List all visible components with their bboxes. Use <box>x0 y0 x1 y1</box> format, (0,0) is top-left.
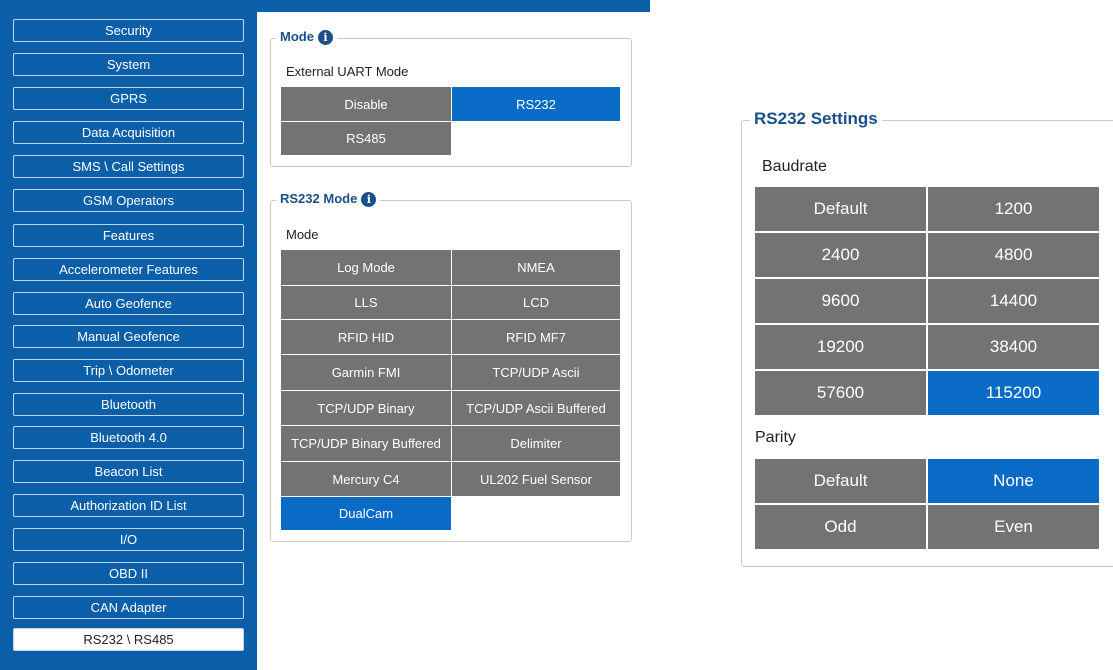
rs232-mode-option-tcp-udp-ascii[interactable]: TCP/UDP Ascii <box>452 355 621 391</box>
sidebar-item-gsm-operators[interactable]: GSM Operators <box>13 189 244 212</box>
sidebar-item-can-adapter[interactable]: CAN Adapter <box>13 596 244 619</box>
rs232-mode-option-rfid-mf7[interactable]: RFID MF7 <box>452 320 621 355</box>
baudrate-label: Baudrate <box>762 158 827 175</box>
rs232-mode-option-dualcam[interactable]: DualCam <box>281 497 452 531</box>
baudrate-option-9600[interactable]: 9600 <box>755 279 928 325</box>
rs232-mode-title-text: RS232 Mode <box>280 191 358 206</box>
baudrate-option-57600[interactable]: 57600 <box>755 371 928 417</box>
sidebar-item-trip-odometer[interactable]: Trip \ Odometer <box>13 359 244 382</box>
baudrate-option-2400[interactable]: 2400 <box>755 233 928 279</box>
mode-option-disable[interactable]: Disable <box>281 87 452 122</box>
baudrate-option-default[interactable]: Default <box>755 187 928 233</box>
sidebar-item-rs232-rs485[interactable]: RS232 \ RS485 <box>13 628 244 651</box>
rs232-mode-option-lcd[interactable]: LCD <box>452 286 621 320</box>
sidebar-item-manual-geofence[interactable]: Manual Geofence <box>13 325 244 348</box>
sidebar-item-security[interactable]: Security <box>13 19 244 42</box>
rs232-mode-option-delimiter[interactable]: Delimiter <box>452 426 621 462</box>
sidebar-item-sms-call-settings[interactable]: SMS \ Call Settings <box>13 155 244 178</box>
baudrate-option-115200[interactable]: 115200 <box>928 371 1101 417</box>
header-strip <box>257 0 650 12</box>
sidebar-item-accelerometer-features[interactable]: Accelerometer Features <box>13 258 244 281</box>
sidebar-item-obd-ii[interactable]: OBD II <box>13 562 244 585</box>
info-icon[interactable]: i <box>361 191 377 207</box>
rs232-mode-option-mercury-c4[interactable]: Mercury C4 <box>281 462 452 497</box>
sidebar-item-bluetooth[interactable]: Bluetooth <box>13 393 244 416</box>
rs232-settings-title: RS232 Settings <box>750 109 882 129</box>
rs232-mode-label: Mode <box>286 227 319 242</box>
baudrate-option-1200[interactable]: 1200 <box>928 187 1101 233</box>
parity-option-even[interactable]: Even <box>928 505 1101 551</box>
sidebar-item-features[interactable]: Features <box>13 224 244 247</box>
baudrate-option-4800[interactable]: 4800 <box>928 233 1101 279</box>
sidebar-item-data-acquisition[interactable]: Data Acquisition <box>13 121 244 144</box>
baudrate-option-38400[interactable]: 38400 <box>928 325 1101 371</box>
rs232-mode-option-rfid-hid[interactable]: RFID HID <box>281 320 452 355</box>
parity-option-none[interactable]: None <box>928 459 1101 505</box>
rs232-mode-option-log-mode[interactable]: Log Mode <box>281 250 452 286</box>
parity-option-odd[interactable]: Odd <box>755 505 928 551</box>
sidebar-item-authorization-id-list[interactable]: Authorization ID List <box>13 494 244 517</box>
sidebar-item-beacon-list[interactable]: Beacon List <box>13 460 244 483</box>
parity-option-default[interactable]: Default <box>755 459 928 505</box>
mode-option-rs485[interactable]: RS485 <box>281 122 452 156</box>
sidebar: Security System GPRS Data Acquisition SM… <box>0 0 257 670</box>
baudrate-option-19200[interactable]: 19200 <box>755 325 928 371</box>
info-icon[interactable]: i <box>317 29 333 45</box>
rs232-mode-option-tcp-udp-binary-buffered[interactable]: TCP/UDP Binary Buffered <box>281 426 452 462</box>
rs232-mode-group-title: RS232 Mode i <box>276 191 381 207</box>
rs232-mode-option-tcp-udp-binary[interactable]: TCP/UDP Binary <box>281 391 452 426</box>
rs232-mode-option-tcp-udp-ascii-buffered[interactable]: TCP/UDP Ascii Buffered <box>452 391 621 426</box>
sidebar-item-system[interactable]: System <box>13 53 244 76</box>
rs232-mode-option-lls[interactable]: LLS <box>281 286 452 320</box>
mode-option-rs232[interactable]: RS232 <box>452 87 621 122</box>
rs232-mode-option-nmea[interactable]: NMEA <box>452 250 621 286</box>
baudrate-option-14400[interactable]: 14400 <box>928 279 1101 325</box>
rs232-mode-option-ul202-fuel-sensor[interactable]: UL202 Fuel Sensor <box>452 462 621 497</box>
mode-group-title: Mode i <box>276 29 337 45</box>
sidebar-item-io[interactable]: I/O <box>13 528 244 551</box>
sidebar-item-auto-geofence[interactable]: Auto Geofence <box>13 292 244 315</box>
rs232-mode-option-garmin-fmi[interactable]: Garmin FMI <box>281 355 452 391</box>
external-uart-mode-label: External UART Mode <box>286 64 409 79</box>
mode-title-text: Mode <box>280 29 314 44</box>
sidebar-item-bluetooth-4[interactable]: Bluetooth 4.0 <box>13 426 244 449</box>
parity-label: Parity <box>755 429 796 446</box>
sidebar-item-gprs[interactable]: GPRS <box>13 87 244 110</box>
